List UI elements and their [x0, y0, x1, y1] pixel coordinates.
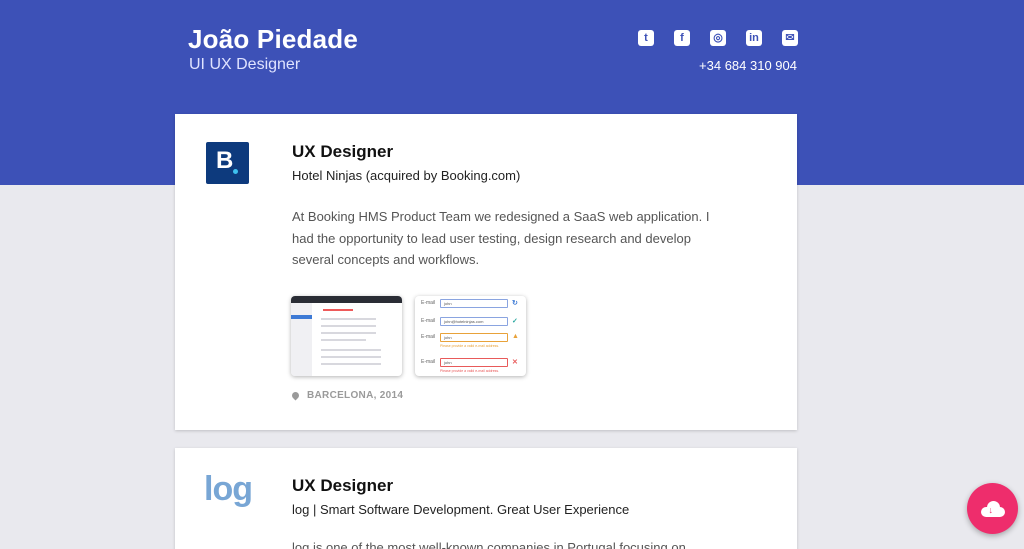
booking-logo: B	[206, 142, 249, 184]
project-thumbnail-form[interactable]: E-mail john ↻ E-mail john@hotelninjas.co…	[415, 296, 526, 376]
error-icon: ✕	[512, 359, 518, 366]
form-label: E-mail	[421, 334, 436, 340]
thumbnail-line	[321, 318, 376, 320]
cloud-download-icon: ↓	[980, 500, 1005, 517]
thumbnail-line	[323, 309, 353, 311]
form-label: E-mail	[421, 300, 436, 306]
job-description: log is one of the most well-known compan…	[292, 540, 686, 549]
phone-number[interactable]: +34 684 310 904	[699, 58, 797, 73]
facebook-icon[interactable]: f	[674, 30, 690, 46]
job-title: UX Designer	[292, 142, 394, 161]
profile-role: UI UX Designer	[189, 56, 301, 73]
form-input: john	[440, 358, 508, 367]
log-logo: log	[204, 470, 253, 508]
refresh-icon: ↻	[512, 300, 518, 307]
thumbnail-line	[321, 332, 376, 334]
form-input: john@hotelninjas.com	[440, 317, 508, 326]
job-card: B UX Designer Hotel Ninjas (acquired by …	[175, 114, 797, 430]
mail-icon[interactable]: ✉	[782, 30, 798, 46]
form-input: john	[440, 299, 508, 308]
booking-logo-letter: B	[216, 147, 234, 174]
thumbnail-line	[321, 339, 366, 341]
job-company: Hotel Ninjas (acquired by Booking.com)	[292, 168, 521, 183]
thumbnail-app-sidebar	[291, 303, 312, 376]
thumbnail-line	[321, 349, 381, 351]
form-label: E-mail	[421, 359, 436, 365]
profile-name: João Piedade	[188, 24, 359, 54]
job-title: UX Designer	[292, 476, 394, 495]
linkedin-icon[interactable]: in	[746, 30, 762, 46]
thumbnail-line	[321, 325, 376, 327]
check-icon: ✓	[512, 318, 518, 325]
form-error: Please provide a valid e-mail address.	[440, 369, 500, 373]
location-pin-icon	[290, 390, 301, 401]
project-thumbnail-app[interactable]	[291, 296, 402, 376]
thumbnail-app-topbar	[291, 296, 402, 303]
form-error: Please provide a valid e-mail address.	[440, 344, 500, 348]
social-links: t f ◎ in ✉	[638, 30, 798, 46]
job-company: log | Smart Software Development. Great …	[292, 502, 630, 517]
job-description: At Booking HMS Product Team we redesigne…	[292, 209, 710, 267]
job-location: BARCELONA, 2014	[290, 390, 404, 401]
booking-logo-dot	[233, 169, 238, 174]
job-location-text: BARCELONA, 2014	[307, 390, 404, 401]
job-card: log UX Designer log | Smart Software Dev…	[175, 448, 797, 549]
warning-icon: ▲	[512, 333, 519, 340]
thumbnail-line	[321, 363, 381, 365]
form-input: john	[440, 333, 508, 342]
twitter-icon[interactable]: t	[638, 30, 654, 46]
download-cv-button[interactable]: ↓	[967, 483, 1018, 534]
form-label: E-mail	[421, 318, 436, 324]
instagram-icon[interactable]: ◎	[710, 30, 726, 46]
thumbnail-line	[321, 356, 381, 358]
